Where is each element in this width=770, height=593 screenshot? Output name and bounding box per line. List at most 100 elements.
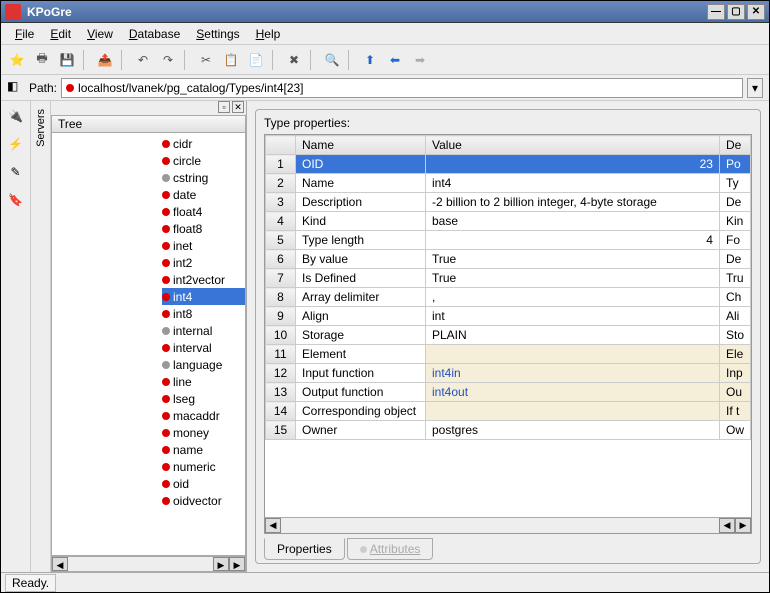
type-bullet-icon xyxy=(162,293,170,301)
table-row[interactable]: 5Type length4Fo xyxy=(266,231,751,250)
tree-item-macaddr[interactable]: macaddr xyxy=(162,407,245,424)
type-bullet-icon xyxy=(162,157,170,165)
search-icon[interactable]: 🔍 xyxy=(320,48,344,72)
menu-edit[interactable]: Edit xyxy=(42,25,79,43)
scroll-right2-icon[interactable]: ▶ xyxy=(229,557,245,571)
table-row[interactable]: 3Description-2 billion to 2 billion inte… xyxy=(266,193,751,212)
minimize-button[interactable]: — xyxy=(707,4,725,20)
table-row[interactable]: 1OID23Po xyxy=(266,155,751,174)
tree-item-int2[interactable]: int2 xyxy=(162,254,245,271)
tree-close-icon[interactable]: ✕ xyxy=(232,101,244,113)
undo-icon[interactable]: ↶ xyxy=(131,48,155,72)
wand-icon[interactable]: ✎ xyxy=(5,161,27,183)
table-row[interactable]: 9AlignintAli xyxy=(266,307,751,326)
tree-item-int8[interactable]: int8 xyxy=(162,305,245,322)
scroll-left-icon[interactable]: ◀ xyxy=(52,557,68,571)
table-row[interactable]: 7Is DefinedTrueTru xyxy=(266,269,751,288)
tree-body[interactable]: cidrcirclecstringdatefloat4float8inetint… xyxy=(51,133,246,556)
col-name[interactable]: Name xyxy=(296,136,426,155)
table-row[interactable]: 8Array delimiter,Ch xyxy=(266,288,751,307)
menu-help[interactable]: Help xyxy=(248,25,289,43)
cell-value[interactable]: int4out xyxy=(426,383,720,402)
tree-item-cidr[interactable]: cidr xyxy=(162,135,245,152)
table-scroll-right-pair-icon[interactable]: ◀ xyxy=(719,518,735,533)
connection-dot-icon xyxy=(66,84,74,92)
tree-item-date[interactable]: date xyxy=(162,186,245,203)
servers-tab[interactable]: Servers xyxy=(31,101,51,572)
table-row[interactable]: 6By valueTrueDe xyxy=(266,250,751,269)
paste-icon[interactable]: 📄 xyxy=(244,48,268,72)
maximize-button[interactable]: ▢ xyxy=(727,4,745,20)
menu-database[interactable]: Database xyxy=(121,25,188,43)
col-value[interactable]: Value xyxy=(426,136,720,155)
up-icon[interactable]: ⬆ xyxy=(358,48,382,72)
table-row[interactable]: 11ElementEle xyxy=(266,345,751,364)
tree-item-label: numeric xyxy=(173,460,216,474)
tree-undock-icon[interactable]: ▫ xyxy=(218,101,230,113)
tree-item-int4[interactable]: int4 xyxy=(162,288,245,305)
tree-item-float4[interactable]: float4 xyxy=(162,203,245,220)
menu-settings[interactable]: Settings xyxy=(188,25,247,43)
tree-item-line[interactable]: line xyxy=(162,373,245,390)
table-row[interactable]: 10StoragePLAINSto xyxy=(266,326,751,345)
table-scroll-right-icon[interactable]: ▶ xyxy=(735,518,751,533)
tree-item-money[interactable]: money xyxy=(162,424,245,441)
unplug-icon[interactable]: ⚡ xyxy=(5,133,27,155)
tree-item-label: cstring xyxy=(173,171,208,185)
table-row[interactable]: 12Input functionint4inInp xyxy=(266,364,751,383)
tree-item-numeric[interactable]: numeric xyxy=(162,458,245,475)
table-row[interactable]: 4KindbaseKin xyxy=(266,212,751,231)
close-button[interactable]: ✕ xyxy=(747,4,765,20)
tree-hscroll[interactable]: ◀ ▶ ▶ xyxy=(51,556,246,572)
back-icon[interactable]: ⬅ xyxy=(383,48,407,72)
tree-item-oid[interactable]: oid xyxy=(162,475,245,492)
tab-properties[interactable]: Properties xyxy=(264,538,345,560)
redo-icon[interactable]: ↷ xyxy=(156,48,180,72)
table-row[interactable]: 2Nameint4Ty xyxy=(266,174,751,193)
tree-item-label: inet xyxy=(173,239,192,253)
scroll-right-icon[interactable]: ▶ xyxy=(213,557,229,571)
path-dropdown-icon[interactable]: ▾ xyxy=(747,78,763,98)
table-row[interactable]: 15OwnerpostgresOw xyxy=(266,421,751,440)
row-number: 15 xyxy=(266,421,296,440)
tree-item-float8[interactable]: float8 xyxy=(162,220,245,237)
col-num[interactable] xyxy=(266,136,296,155)
cell-name: Array delimiter xyxy=(296,288,426,307)
copy-icon[interactable]: 📋 xyxy=(219,48,243,72)
pathbar: ◧ Path: localhost/lvanek/pg_catalog/Type… xyxy=(1,75,769,101)
tree-item-circle[interactable]: circle xyxy=(162,152,245,169)
path-icon[interactable]: ◧ xyxy=(7,79,25,97)
table-row[interactable]: 14Corresponding objectIf t xyxy=(266,402,751,421)
tree-item-inet[interactable]: inet xyxy=(162,237,245,254)
tree-item-language[interactable]: language xyxy=(162,356,245,373)
tree-item-oidvector[interactable]: oidvector xyxy=(162,492,245,509)
cell-name: Align xyxy=(296,307,426,326)
tree-item-interval[interactable]: interval xyxy=(162,339,245,356)
tab-attributes[interactable]: Attributes xyxy=(347,538,434,560)
tree-item-lseg[interactable]: lseg xyxy=(162,390,245,407)
export-icon[interactable]: 📤 xyxy=(93,48,117,72)
bookmark-icon[interactable]: ⭐ xyxy=(5,48,29,72)
tag-icon[interactable]: 🔖 xyxy=(5,189,27,211)
plug-icon[interactable]: 🔌 xyxy=(5,105,27,127)
print-icon[interactable]: 🖶 xyxy=(30,48,54,72)
path-field[interactable]: localhost/lvanek/pg_catalog/Types/int4[2… xyxy=(61,78,743,98)
cell-desc: Kin xyxy=(719,212,750,231)
table-hscroll[interactable]: ◀ ◀ ▶ xyxy=(265,517,751,533)
table-scroll-left-icon[interactable]: ◀ xyxy=(265,518,281,533)
save-icon[interactable]: 💾 xyxy=(55,48,79,72)
tree-item-name[interactable]: name xyxy=(162,441,245,458)
forward-icon[interactable]: ➡ xyxy=(408,48,432,72)
tree-item-int2vector[interactable]: int2vector xyxy=(162,271,245,288)
menu-view[interactable]: View xyxy=(79,25,121,43)
cell-value[interactable]: int4in xyxy=(426,364,720,383)
menu-file[interactable]: File xyxy=(7,25,42,43)
cut-icon[interactable]: ✂ xyxy=(194,48,218,72)
table-row[interactable]: 13Output functionint4outOu xyxy=(266,383,751,402)
delete-icon[interactable]: ✖ xyxy=(282,48,306,72)
col-desc[interactable]: De xyxy=(719,136,750,155)
properties-table[interactable]: Name Value De 1OID23Po2Nameint4Ty3Descri… xyxy=(265,135,751,517)
tree-item-internal[interactable]: internal xyxy=(162,322,245,339)
tree-item-label: lseg xyxy=(173,392,195,406)
tree-item-cstring[interactable]: cstring xyxy=(162,169,245,186)
